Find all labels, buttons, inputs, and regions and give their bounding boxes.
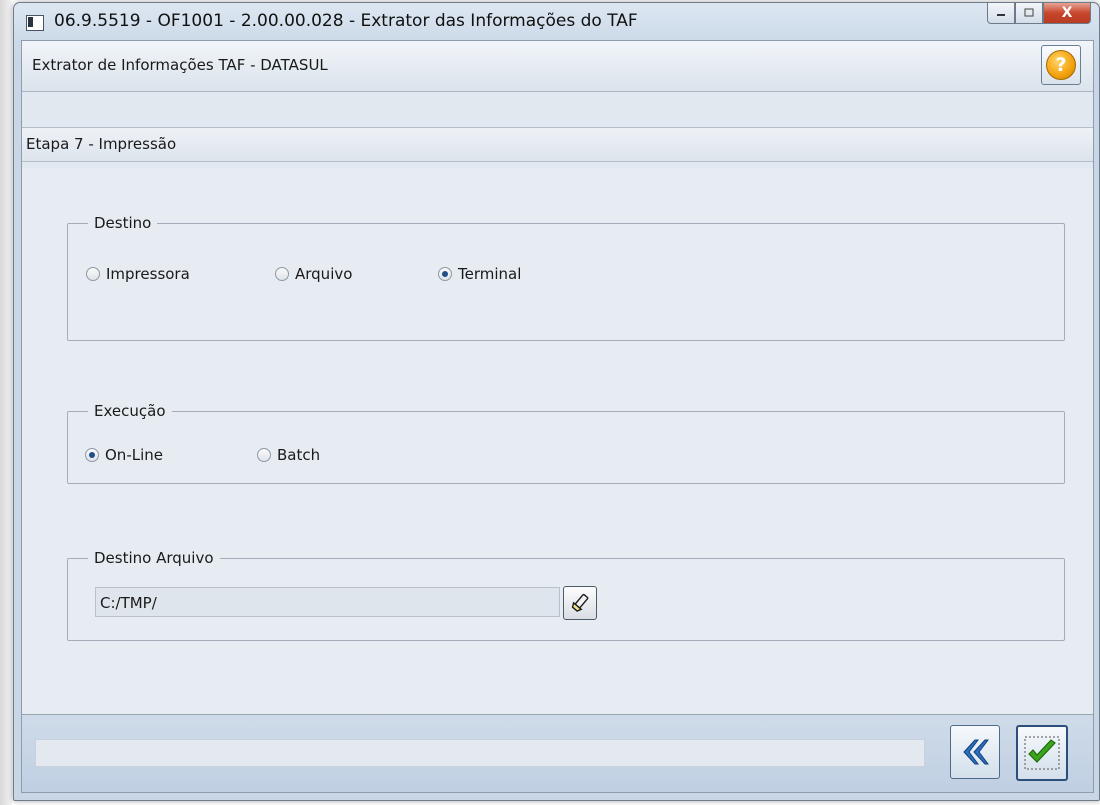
destino-arquivo-legend: Destino Arquivo <box>94 549 214 567</box>
client-area: Extrator de Informações TAF - DATASUL ? … <box>21 40 1094 793</box>
program-header: Extrator de Informações TAF - DATASUL ? <box>22 41 1093 92</box>
destino-group: Destino <box>67 214 1065 341</box>
radio-batch-dot[interactable] <box>257 448 271 462</box>
maximize-icon <box>1024 8 1034 17</box>
status-bar <box>35 739 925 767</box>
radio-arquivo-dot[interactable] <box>275 267 289 281</box>
destino-legend: Destino <box>94 214 152 232</box>
radio-online-label: On-Line <box>105 446 163 464</box>
radio-impressora-label: Impressora <box>106 265 190 283</box>
radio-arquivo[interactable]: Arquivo <box>275 265 352 283</box>
app-window-icon <box>26 15 44 31</box>
browse-file-button[interactable] <box>563 586 597 620</box>
flashlight-search-icon <box>571 593 589 612</box>
help-icon: ? <box>1046 50 1076 80</box>
window-controls: X <box>987 3 1091 25</box>
radio-impressora[interactable]: Impressora <box>86 265 190 283</box>
back-button[interactable] <box>950 725 1000 779</box>
destino-arquivo-field[interactable]: C:/TMP/ <box>95 587 560 617</box>
minimize-button[interactable] <box>987 3 1015 24</box>
close-icon: X <box>1061 5 1073 21</box>
radio-online[interactable]: On-Line <box>85 446 163 464</box>
double-left-arrow-icon <box>963 739 989 765</box>
help-button[interactable]: ? <box>1041 45 1081 85</box>
close-button[interactable]: X <box>1043 3 1091 24</box>
step-content: Destino Impressora Arquivo Terminal Exec… <box>22 168 1093 715</box>
footer-bar <box>22 715 1093 792</box>
background-edge <box>0 0 12 805</box>
radio-arquivo-label: Arquivo <box>295 265 353 283</box>
app-window: 06.9.5519 - OF1001 - 2.00.00.028 - Extra… <box>13 2 1100 801</box>
execucao-legend: Execução <box>94 402 166 420</box>
execucao-group: Execução <box>67 402 1065 484</box>
title-bar[interactable]: 06.9.5519 - OF1001 - 2.00.00.028 - Extra… <box>14 3 1099 43</box>
minimize-icon <box>997 14 1005 16</box>
maximize-button[interactable] <box>1015 3 1043 24</box>
step-header: Etapa 7 - Impressão <box>22 127 1093 162</box>
radio-terminal-label: Terminal <box>458 265 522 283</box>
program-title: Extrator de Informações TAF - DATASUL <box>32 56 328 74</box>
radio-batch[interactable]: Batch <box>257 446 320 464</box>
radio-batch-label: Batch <box>277 446 321 464</box>
checkmark-icon <box>1024 736 1060 770</box>
step-label: Etapa 7 - Impressão <box>26 135 177 153</box>
radio-terminal[interactable]: Terminal <box>438 265 521 283</box>
radio-online-dot[interactable] <box>85 448 99 462</box>
window-title: 06.9.5519 - OF1001 - 2.00.00.028 - Extra… <box>54 11 638 31</box>
radio-impressora-dot[interactable] <box>86 267 100 281</box>
confirm-button[interactable] <box>1016 725 1068 781</box>
radio-terminal-dot[interactable] <box>438 267 452 281</box>
